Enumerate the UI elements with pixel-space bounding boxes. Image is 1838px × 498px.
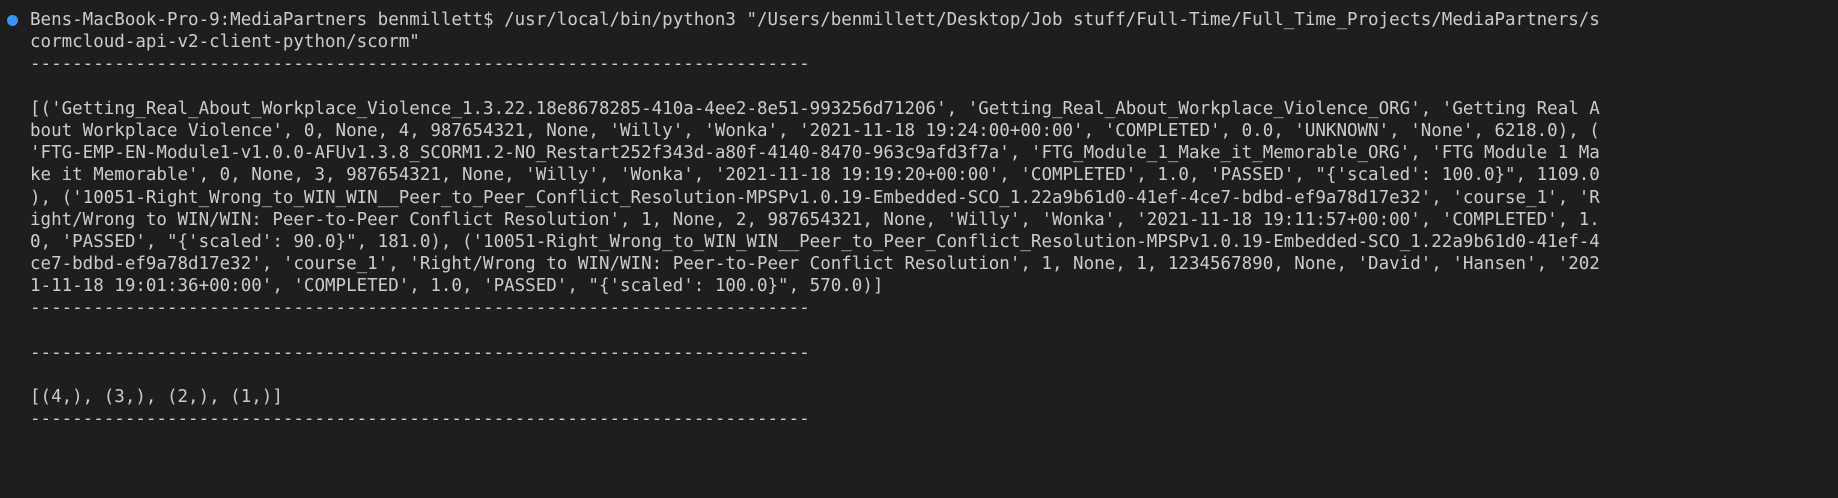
separator-line: ----------------------------------------… — [30, 342, 810, 363]
terminal-line: 1-11-18 19:01:36+00:00', 'COMPLETED', 1.… — [30, 276, 884, 297]
terminal-line: cormcloud-api-v2-client-python/scorm" — [30, 32, 420, 53]
terminal-line: ight/Wrong to WIN/WIN: Peer-to-Peer Conf… — [30, 209, 1600, 230]
terminal-line: 'FTG-EMP-EN-Module1-v1.0.0-AFUv1.3.8_SCO… — [30, 143, 1600, 164]
terminal-output[interactable]: Bens-MacBook-Pro-9:MediaPartners benmill… — [0, 0, 1838, 498]
separator-line: ----------------------------------------… — [30, 409, 810, 430]
terminal-line: ke it Memorable', 0, None, 3, 987654321,… — [30, 165, 1600, 186]
terminal-line: ce7-bdbd-ef9a78d17e32', 'course_1', 'Rig… — [30, 254, 1600, 275]
terminal-line: [('Getting_Real_About_Workplace_Violence… — [30, 98, 1600, 119]
terminal-line: 0, 'PASSED', "{'scaled': 90.0}", 181.0),… — [30, 231, 1600, 252]
command-status-icon[interactable] — [7, 15, 18, 26]
separator-line: ----------------------------------------… — [30, 298, 810, 319]
terminal-line: ), ('10051-Right_Wrong_to_WIN_WIN__Peer_… — [30, 187, 1600, 208]
terminal-line: [(4,), (3,), (2,), (1,)] — [30, 387, 283, 408]
separator-line: ----------------------------------------… — [30, 54, 810, 75]
terminal-line: bout Workplace Violence', 0, None, 4, 98… — [30, 120, 1600, 141]
terminal-line: Bens-MacBook-Pro-9:MediaPartners benmill… — [30, 10, 1600, 30]
